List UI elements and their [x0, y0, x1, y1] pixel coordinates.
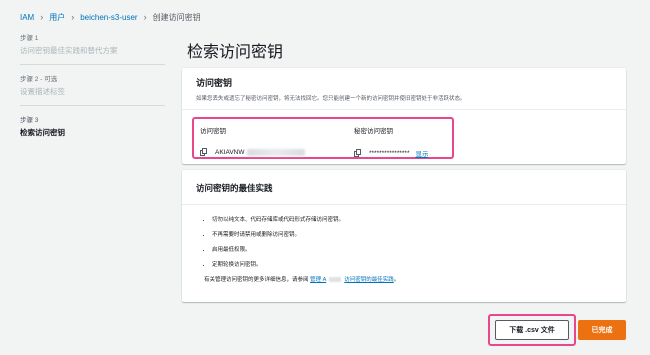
show-secret-link[interactable]: 显示 — [415, 148, 428, 158]
access-key-value: AKIAVNW — [215, 149, 245, 156]
redacted-blur — [329, 277, 342, 283]
step-name: 检索访问密钥 — [20, 128, 65, 137]
wizard-steps: 步骤 1 访问密钥最佳实践和替代方案 步骤 2 - 可选 设置描述标签 步骤 3… — [20, 32, 165, 154]
access-key-label: 访问密钥 — [200, 128, 226, 135]
screenshot-frame: IAM › 用户 › beichen-s3-user › 创建访问密钥 步骤 1… — [4, 2, 646, 352]
secret-key-label: 秘密访问密钥 — [354, 128, 393, 135]
list-item: 切勿以纯文本、代码存储库或代码形式存储访问密钥。 — [212, 215, 612, 223]
footer-suffix: 。 — [393, 277, 400, 283]
best-practices-footer: 有关管理访问密钥的更多详细信息，请参阅 管理 A 访问密钥的最佳实践。 — [182, 275, 626, 283]
list-item: 定期轮换访问密钥。 — [212, 260, 612, 268]
chevron-right-icon: › — [143, 12, 147, 22]
step-3-active: 步骤 3 检索访问密钥 — [20, 114, 165, 146]
copy-icon[interactable] — [200, 148, 209, 157]
chevron-right-icon: › — [40, 12, 44, 22]
best-practices-list: 切勿以纯文本、代码存储库或代码形式存储访问密钥。 不再需要时请禁用或删除访问密钥… — [204, 215, 612, 268]
best-practices-card: 访问密钥的最佳实践 切勿以纯文本、代码存储库或代码形式存储访问密钥。 不再需要时… — [182, 170, 626, 302]
access-key-card: 访问密钥 如果您丢失或遗忘了秘密访问密钥，将无法找回它。您只能创建一个新的访问密… — [182, 68, 626, 164]
best-practices-link[interactable]: 访问密钥的最佳实践 — [344, 277, 394, 283]
breadcrumb-user[interactable]: beichen-s3-user — [80, 13, 137, 22]
step-1[interactable]: 步骤 1 访问密钥最佳实践和替代方案 — [20, 32, 165, 65]
access-key-column: 访问密钥 AKIAVNW — [200, 125, 305, 157]
manage-keys-link[interactable]: 管理 A — [310, 277, 326, 283]
page-title: 检索访问密钥 — [187, 44, 284, 61]
secret-key-masked: **************** — [369, 149, 410, 157]
access-key-value-row: AKIAVNW — [200, 148, 305, 157]
card-description: 如果您丢失或遗忘了秘密访问密钥，将无法找回它。您只能创建一个新的访问密钥并使旧密… — [196, 96, 466, 102]
breadcrumb-current: 创建访问密钥 — [152, 12, 201, 22]
breadcrumb: IAM › 用户 › beichen-s3-user › 创建访问密钥 — [20, 10, 201, 24]
step-number: 步骤 3 — [20, 117, 39, 124]
divider — [182, 109, 626, 110]
secret-key-value-row: **************** 显示 — [354, 148, 428, 158]
list-item: 不再需要时请禁用或删除访问密钥。 — [212, 230, 612, 238]
download-csv-button[interactable]: 下载 .csv 文件 — [495, 320, 569, 340]
step-name: 访问密钥最佳实践和替代方案 — [20, 46, 118, 55]
breadcrumb-users[interactable]: 用户 — [49, 12, 65, 23]
redacted-blur — [246, 149, 305, 156]
done-button[interactable]: 已完成 — [578, 320, 626, 340]
step-name: 设置描述标签 — [20, 87, 65, 96]
breadcrumb-iam[interactable]: IAM — [20, 13, 34, 22]
copy-icon[interactable] — [354, 148, 363, 158]
footer-text: 有关管理访问密钥的更多详细信息，请参阅 — [204, 277, 309, 283]
card-title: 访问密钥 — [196, 78, 233, 88]
chevron-right-icon: › — [71, 12, 75, 22]
step-number: 步骤 1 — [20, 35, 39, 42]
secret-key-column: 秘密访问密钥 **************** 显示 — [354, 125, 428, 158]
card-title: 访问密钥的最佳实践 — [196, 183, 273, 193]
list-item: 启用最低权限。 — [212, 245, 612, 253]
step-number: 步骤 2 - 可选 — [20, 76, 58, 83]
step-2[interactable]: 步骤 2 - 可选 设置描述标签 — [20, 73, 165, 106]
